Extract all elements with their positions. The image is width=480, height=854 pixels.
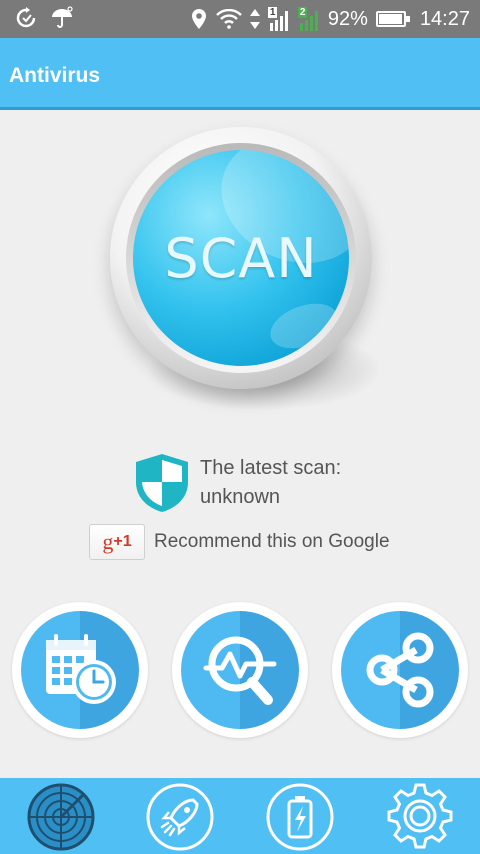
recommend-row: g +1 Recommend this on Google (89, 524, 390, 560)
nav-scan[interactable] (26, 782, 96, 852)
scan-button[interactable]: SCAN (133, 150, 349, 366)
magnifier-pulse-icon (203, 636, 277, 705)
share-button[interactable] (332, 602, 468, 738)
deep-scan-button[interactable] (172, 602, 308, 738)
shield-icon (136, 454, 188, 512)
location-icon (191, 9, 206, 29)
share-icon (366, 632, 434, 708)
nav-battery[interactable] (265, 782, 335, 852)
data-arrows-icon (249, 9, 260, 29)
app-title: Antivirus (9, 64, 101, 87)
status-bar: 1 2 92% 14:27 (0, 0, 480, 38)
latest-scan-value: unknown (200, 486, 281, 508)
wifi-icon (216, 9, 242, 29)
nav-settings[interactable] (385, 782, 455, 852)
clock: 14:27 (419, 7, 470, 30)
scan-label: SCAN (164, 226, 318, 290)
gear-icon (387, 783, 453, 849)
radar-icon (27, 783, 95, 851)
sim1-signal: 1 (267, 7, 290, 31)
rocket-icon (146, 783, 214, 851)
latest-scan-label: The latest scan: (200, 457, 342, 479)
umbrella-icon (52, 6, 73, 28)
scan-button-ring: SCAN (110, 127, 372, 389)
app-bar: Antivirus (0, 38, 480, 110)
nav-boost[interactable] (145, 782, 215, 852)
schedule-scan-button[interactable] (12, 602, 148, 738)
latest-scan-info: The latest scan: unknown (132, 452, 392, 514)
battery-percent: 92% (327, 7, 368, 30)
battery-icon (266, 783, 334, 851)
calendar-clock-icon (46, 634, 116, 704)
google-plus-one-button[interactable]: g +1 (89, 524, 145, 560)
sync-icon (16, 7, 36, 28)
sim2-signal: 2 (297, 7, 320, 31)
bottom-nav (0, 778, 480, 854)
google-g-icon: g (102, 529, 114, 554)
recommend-text: Recommend this on Google (154, 531, 390, 552)
battery-status-icon (375, 11, 410, 27)
